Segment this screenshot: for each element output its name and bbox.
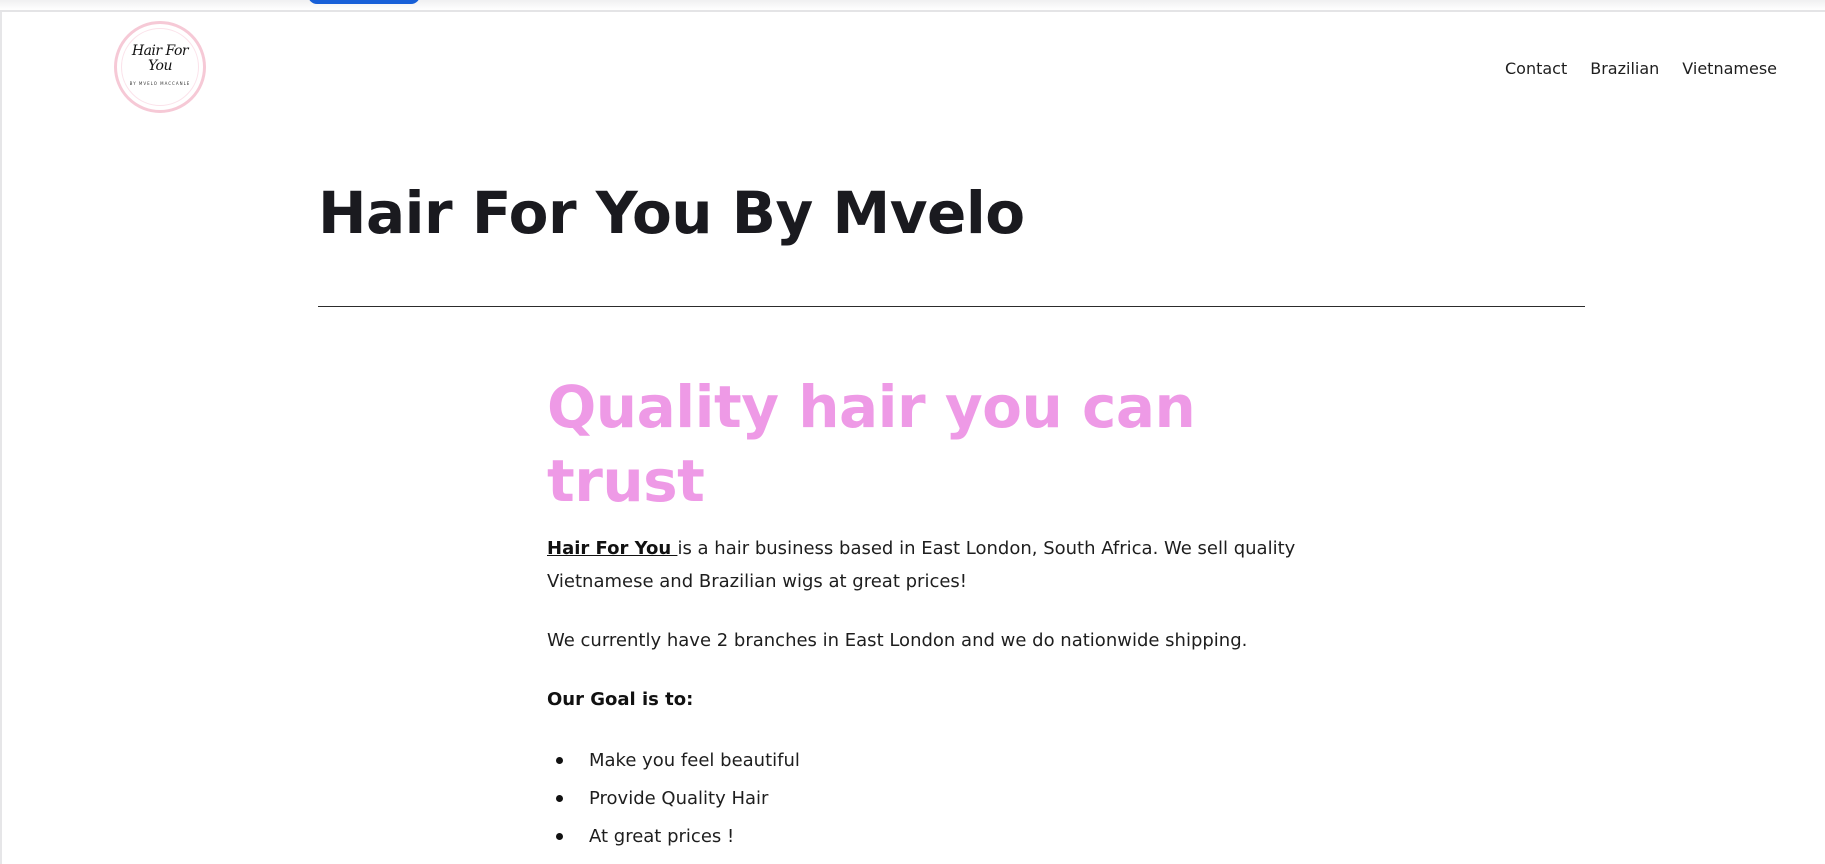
logo-subtitle: BY MVELO MACCANLE (129, 81, 191, 86)
nav-link-brazilian[interactable]: Brazilian (1590, 58, 1659, 80)
headline: Quality hair you can trust (547, 373, 1196, 515)
list-item: At great prices ! (547, 818, 1367, 856)
primary-nav: Contact Brazilian Vietnamese (1505, 58, 1777, 80)
bullet-icon (556, 833, 563, 840)
logo-text-line2: You (148, 58, 172, 74)
site-logo[interactable]: Hair For You BY MVELO MACCANLE (114, 21, 206, 113)
goal-heading: Our Goal is to: (547, 689, 694, 710)
logo-text-line1: Hair For (131, 43, 189, 59)
page-title: Hair For You By Mvelo (318, 179, 1025, 247)
goal-text: Provide Quality Hair (589, 788, 769, 809)
goal-text: At great prices ! (589, 826, 735, 847)
branches-paragraph: We currently have 2 branches in East Lon… (547, 630, 1248, 651)
goal-text: Make you feel beautiful (589, 750, 800, 771)
top-edge-button[interactable] (308, 0, 420, 4)
page: Hair For You BY MVELO MACCANLE Contact B… (0, 0, 1825, 864)
main-content: Quality hair you can trust Hair For You … (547, 370, 1367, 856)
intro-paragraph: Hair For You is a hair business based in… (547, 532, 1367, 598)
bullet-icon (556, 795, 563, 802)
bullet-icon (556, 757, 563, 764)
nav-link-vietnamese[interactable]: Vietnamese (1682, 58, 1777, 80)
list-item: Provide Quality Hair (547, 780, 1367, 818)
goals-list: Make you feel beautiful Provide Quality … (547, 742, 1367, 856)
browser-top-edge (0, 0, 1825, 12)
left-edge-border (0, 12, 2, 864)
list-item: Make you feel beautiful (547, 742, 1367, 780)
title-divider (318, 306, 1585, 307)
nav-link-contact[interactable]: Contact (1505, 58, 1567, 80)
brand-link[interactable]: Hair For You (547, 538, 677, 559)
